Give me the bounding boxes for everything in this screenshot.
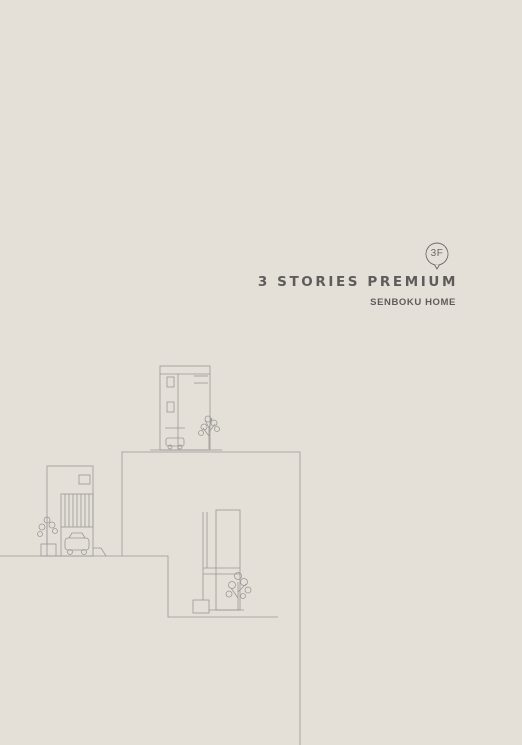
terrain-outline: [0, 451, 301, 745]
tree-right: [225, 572, 252, 610]
brochure-cover: 3F 3 STORIES PREMIUM SENBOKU HOME: [0, 0, 522, 745]
terrain-houses-illustration: [0, 365, 301, 745]
house-right: [192, 509, 244, 614]
house-top: [150, 365, 222, 451]
house-left: [40, 465, 107, 557]
tree-top: [198, 415, 220, 449]
tree-left: [37, 516, 58, 544]
